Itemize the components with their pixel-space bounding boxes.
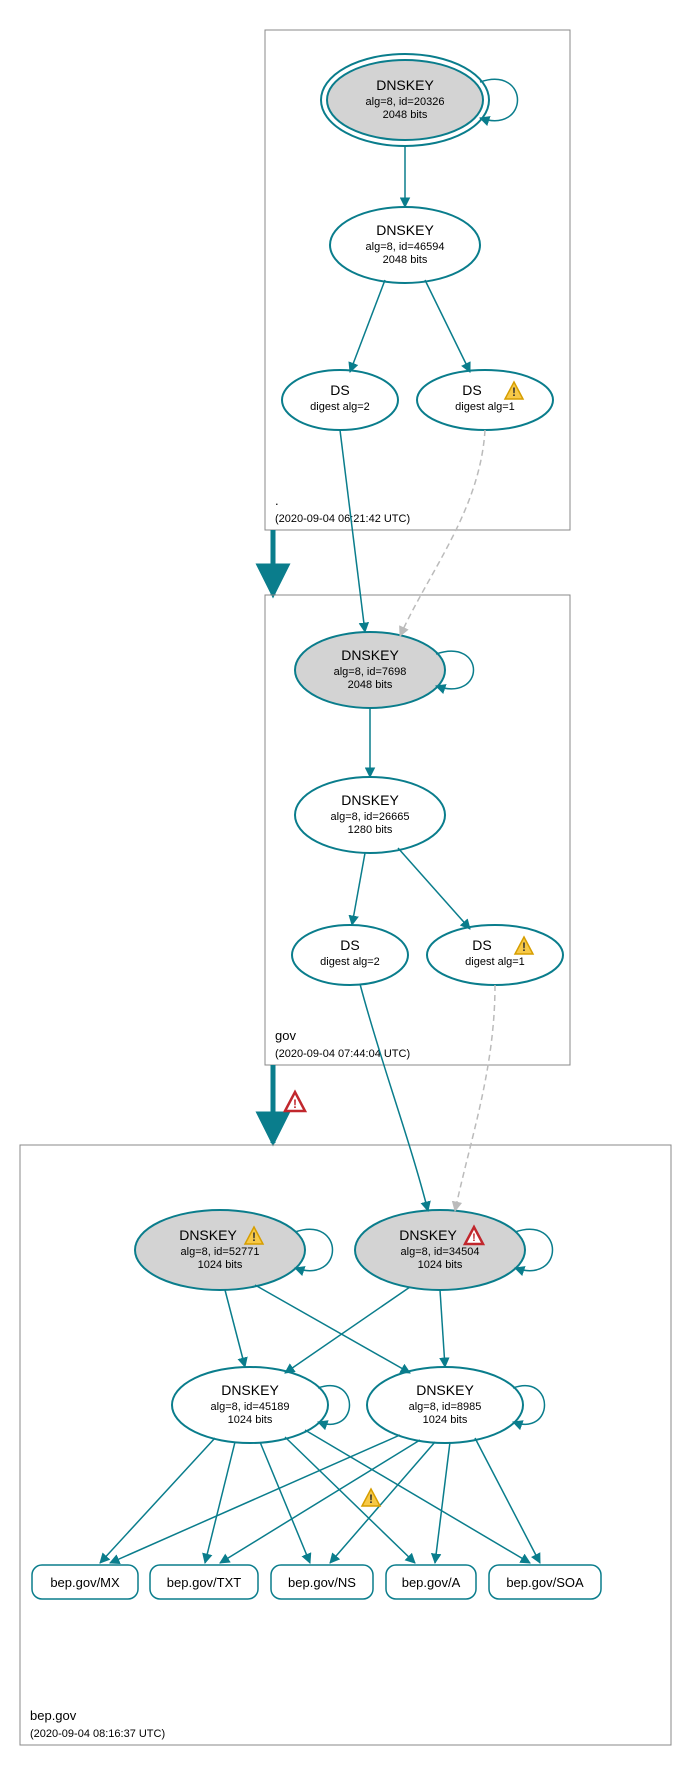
svg-text:1024 bits: 1024 bits (198, 1259, 243, 1271)
zone-gov-time: (2020-09-04 07:44:04 UTC) (275, 1048, 410, 1060)
svg-text:DNSKEY: DNSKEY (341, 647, 399, 663)
node-bep-ksk1: DNSKEY alg=8, id=52771 1024 bits ! (135, 1210, 305, 1290)
zone-root-label: . (275, 493, 279, 508)
node-bep-zsk2: DNSKEY alg=8, id=8985 1024 bits (367, 1367, 523, 1443)
svg-text:DS: DS (340, 937, 359, 953)
warning-icon: ! (362, 1489, 380, 1506)
svg-text:alg=8, id=34504: alg=8, id=34504 (401, 1246, 480, 1258)
svg-text:bep.gov/A: bep.gov/A (402, 1575, 461, 1590)
svg-text:alg=8, id=26665: alg=8, id=26665 (331, 811, 410, 823)
svg-text:digest alg=2: digest alg=2 (310, 401, 370, 413)
leaf-soa: bep.gov/SOA (489, 1565, 601, 1599)
svg-text:DNSKEY: DNSKEY (341, 792, 399, 808)
leaf-a: bep.gov/A (386, 1565, 476, 1599)
svg-text:2048 bits: 2048 bits (383, 109, 428, 121)
zone-gov-label: gov (275, 1028, 296, 1043)
svg-text:!: ! (293, 1097, 297, 1111)
zone-root-time: (2020-09-04 06:21:42 UTC) (275, 513, 410, 525)
svg-text:1280 bits: 1280 bits (348, 824, 393, 836)
zone-gov: gov (2020-09-04 07:44:04 UTC) DNSKEY alg… (265, 430, 570, 1065)
svg-text:alg=8, id=52771: alg=8, id=52771 (181, 1246, 260, 1258)
svg-text:alg=8, id=20326: alg=8, id=20326 (366, 96, 445, 108)
node-bep-ksk2: DNSKEY alg=8, id=34504 1024 bits ! (355, 1210, 525, 1290)
svg-text:!: ! (252, 1230, 256, 1244)
svg-text:DS: DS (330, 382, 349, 398)
node-bep-zsk1: DNSKEY alg=8, id=45189 1024 bits (172, 1367, 328, 1443)
node-root-ds1: DS digest alg=1 ! (417, 370, 553, 430)
node-root-ds2: DS digest alg=2 (282, 370, 398, 430)
svg-text:digest alg=2: digest alg=2 (320, 956, 380, 968)
svg-text:bep.gov/TXT: bep.gov/TXT (167, 1575, 241, 1590)
svg-text:DNSKEY: DNSKEY (376, 77, 434, 93)
zone-bep-time: (2020-09-04 08:16:37 UTC) (30, 1728, 165, 1740)
svg-text:DS: DS (462, 382, 481, 398)
dnssec-graph: . (2020-09-04 06:21:42 UTC) DNSKEY alg=8… (10, 10, 681, 1775)
svg-text:bep.gov/SOA: bep.gov/SOA (506, 1575, 584, 1590)
svg-text:alg=8, id=8985: alg=8, id=8985 (409, 1401, 482, 1413)
svg-text:1024 bits: 1024 bits (423, 1414, 468, 1426)
svg-text:1024 bits: 1024 bits (418, 1259, 463, 1271)
svg-text:alg=8, id=7698: alg=8, id=7698 (334, 666, 407, 678)
svg-text:DNSKEY: DNSKEY (179, 1227, 237, 1243)
svg-text:!: ! (522, 940, 526, 954)
svg-text:DNSKEY: DNSKEY (376, 222, 434, 238)
svg-text:DNSKEY: DNSKEY (221, 1382, 279, 1398)
node-root-ksk: DNSKEY alg=8, id=20326 2048 bits (321, 54, 489, 146)
svg-text:digest alg=1: digest alg=1 (465, 956, 525, 968)
leaf-txt: bep.gov/TXT (150, 1565, 258, 1599)
svg-text:2048 bits: 2048 bits (348, 679, 393, 691)
node-gov-ds1: DS digest alg=1 ! (427, 925, 563, 985)
node-gov-ds2: DS digest alg=2 (292, 925, 408, 985)
svg-text:!: ! (472, 1232, 476, 1244)
svg-text:2048 bits: 2048 bits (383, 254, 428, 266)
svg-text:bep.gov/NS: bep.gov/NS (288, 1575, 356, 1590)
leaf-ns: bep.gov/NS (271, 1565, 373, 1599)
svg-text:DNSKEY: DNSKEY (416, 1382, 474, 1398)
svg-text:DS: DS (472, 937, 491, 953)
svg-text:!: ! (512, 385, 516, 399)
node-gov-ksk: DNSKEY alg=8, id=7698 2048 bits (295, 632, 445, 708)
svg-text:alg=8, id=46594: alg=8, id=46594 (366, 241, 445, 253)
zone-bep-label: bep.gov (30, 1708, 77, 1723)
svg-text:DNSKEY: DNSKEY (399, 1227, 457, 1243)
svg-text:!: ! (369, 1492, 373, 1506)
svg-text:1024 bits: 1024 bits (228, 1414, 273, 1426)
node-root-zsk: DNSKEY alg=8, id=46594 2048 bits (330, 207, 480, 283)
zone-root: . (2020-09-04 06:21:42 UTC) DNSKEY alg=8… (265, 30, 570, 530)
svg-text:bep.gov/MX: bep.gov/MX (50, 1575, 120, 1590)
zone-bep: bep.gov (2020-09-04 08:16:37 UTC) DNSKEY… (20, 984, 671, 1745)
leaf-mx: bep.gov/MX (32, 1565, 138, 1599)
svg-text:digest alg=1: digest alg=1 (455, 401, 515, 413)
node-gov-zsk: DNSKEY alg=8, id=26665 1280 bits (295, 777, 445, 853)
svg-text:alg=8, id=45189: alg=8, id=45189 (211, 1401, 290, 1413)
error-icon: ! (285, 1092, 305, 1111)
